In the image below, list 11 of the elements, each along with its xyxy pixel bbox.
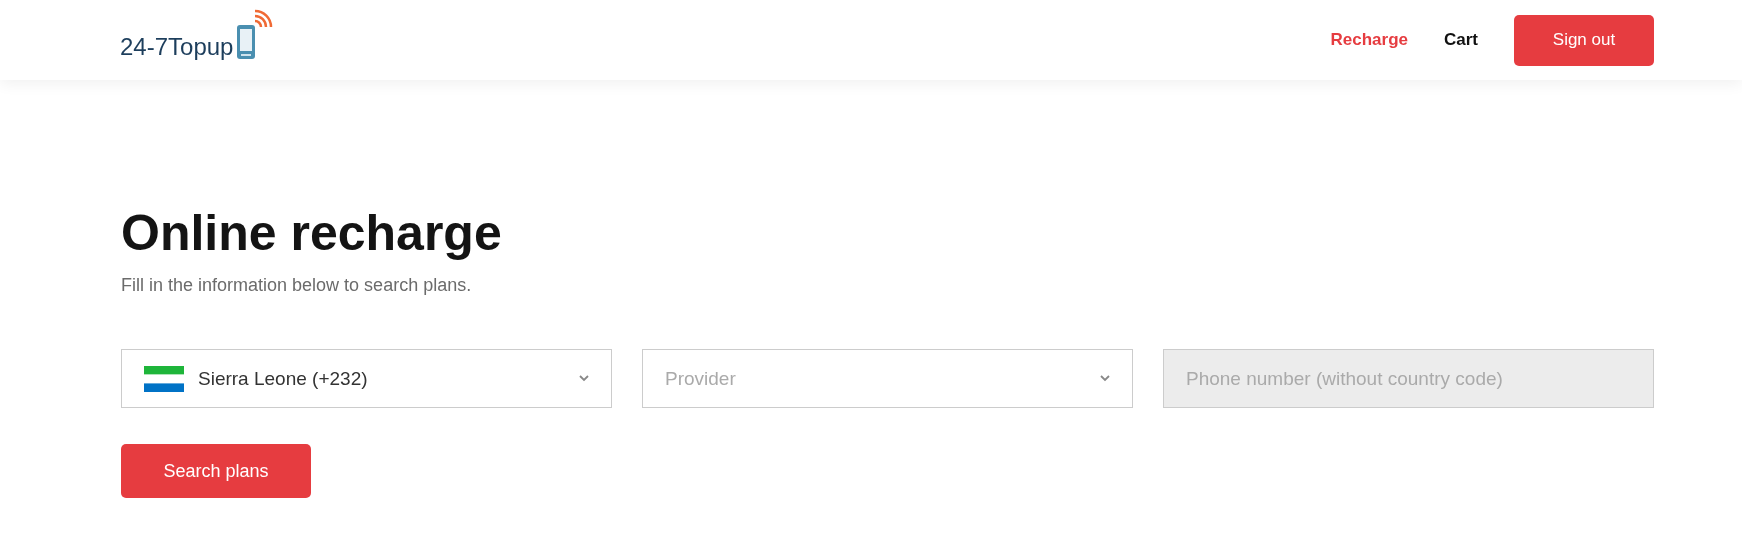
provider-select[interactable]: Provider [642,349,1133,408]
chevron-down-icon [1100,375,1110,382]
page-title: Online recharge [121,206,503,261]
nav-link[interactable]: Cart [1444,30,1478,50]
sign-out-button[interactable]: Sign out [1514,14,1654,66]
logo-text[interactable]: 24-7Topup [120,33,234,61]
nav-link[interactable]: Recharge [1330,30,1408,50]
chevron-down-icon [579,375,589,382]
search-plans-button[interactable]: Search plans [121,444,311,498]
country-select[interactable]: Sierra Leone (+232) [121,349,612,408]
page-subtitle: Fill in the information below to search plans. [121,275,473,296]
